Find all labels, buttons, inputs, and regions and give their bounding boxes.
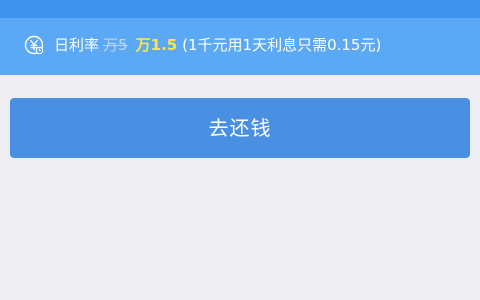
yuan-coin-icon xyxy=(24,35,44,55)
original-rate: 万5 xyxy=(103,36,128,54)
discount-rate: 万1.5 xyxy=(135,36,178,54)
top-header-bar xyxy=(0,0,480,18)
daily-rate-text: 日利率 万5 万1.5 (1千元用1天利息只需0.15元) xyxy=(54,33,381,57)
daily-rate-label: 日利率 xyxy=(54,36,100,54)
interest-note: (1千元用1天利息只需0.15元) xyxy=(182,36,382,54)
repay-button[interactable]: 去还钱 xyxy=(10,98,470,158)
